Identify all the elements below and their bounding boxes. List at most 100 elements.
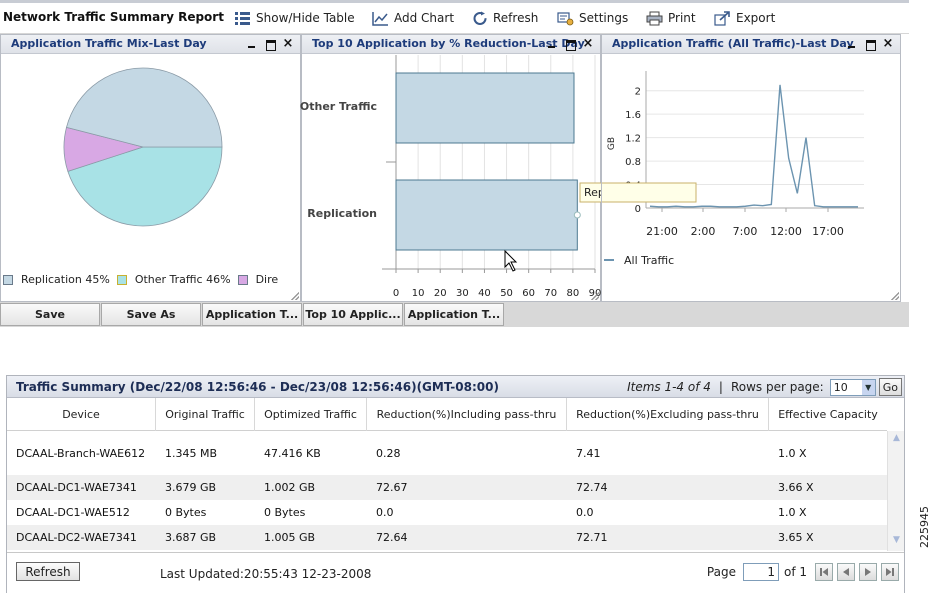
- window-controls: ×: [546, 37, 594, 51]
- previous-page-icon: [843, 568, 849, 576]
- add-chart-button[interactable]: Add Chart: [372, 7, 454, 29]
- next-page-button[interactable]: [859, 563, 877, 581]
- close-icon[interactable]: ×: [882, 37, 894, 50]
- bar-other-traffic: [395, 72, 575, 144]
- report-title: Network Traffic Summary Report: [3, 10, 224, 24]
- save-as-tab[interactable]: Save As: [101, 303, 201, 326]
- cell-reduction-excluding: 72.74: [576, 481, 608, 494]
- cell-effective-capacity: 3.66 X: [778, 481, 814, 494]
- x-tick-label: 30: [456, 288, 469, 299]
- y-tick-label: 2: [635, 87, 641, 98]
- show-hide-table-label: Show/Hide Table: [256, 11, 355, 25]
- x-tick-label: 80: [567, 288, 580, 299]
- export-icon: [714, 10, 730, 26]
- settings-icon: [557, 11, 574, 25]
- settings-button[interactable]: Settings: [557, 7, 628, 29]
- add-chart-label: Add Chart: [394, 11, 455, 25]
- table-scrollbar[interactable]: ▲ ▼: [887, 431, 904, 551]
- page-total: of 1: [783, 565, 807, 579]
- resize-grip[interactable]: [891, 292, 899, 300]
- traffic-summary: Traffic Summary (Dec/22/08 12:56:46 - De…: [6, 375, 905, 594]
- refresh-toolbar-label: Refresh: [493, 11, 539, 25]
- maximize-icon[interactable]: [864, 38, 876, 51]
- refresh-toolbar-button[interactable]: Refresh: [472, 7, 538, 29]
- line-chart-area: 21.61.20.80.40GB21:002:007:0012:0017:00A…: [602, 55, 900, 301]
- cell-original-traffic: 3.687 GB: [165, 531, 217, 544]
- panel-title: Application Traffic Mix-Last Day: [11, 37, 207, 50]
- minimize-icon[interactable]: [846, 38, 858, 50]
- tab-top10-applications[interactable]: Top 10 Applic...: [303, 303, 403, 326]
- x-tick-label: 50: [500, 288, 513, 299]
- cell-device: DCAAL-Branch-WAE612: [16, 447, 146, 460]
- page-number-input[interactable]: 1: [742, 563, 779, 581]
- x-tick-label: 17:00: [812, 225, 844, 238]
- export-button[interactable]: Export: [714, 7, 775, 29]
- refresh-icon: [473, 11, 487, 25]
- cell-effective-capacity: 1.0 X: [778, 506, 807, 519]
- table-row[interactable]: DCAAL-DC1-WAE512 0 Bytes 0 Bytes 0.0 0.0…: [7, 500, 887, 525]
- print-button[interactable]: Print: [646, 7, 696, 29]
- table-row[interactable]: DCAAL-Branch-WAE612 1.345 MB 47.416 KB 0…: [7, 432, 887, 475]
- resize-grip[interactable]: [291, 292, 299, 300]
- data-point-marker: [573, 211, 581, 219]
- close-icon[interactable]: ×: [282, 37, 294, 50]
- summary-header: Traffic Summary (Dec/22/08 12:56:46 - De…: [7, 376, 904, 398]
- x-tick-label: 40: [478, 288, 491, 299]
- cell-optimized-traffic: 1.005 GB: [264, 531, 316, 544]
- previous-page-button[interactable]: [837, 563, 855, 581]
- cell-reduction-excluding: 7.41: [576, 447, 601, 460]
- page-label: Page: [706, 565, 736, 579]
- table-row[interactable]: DCAAL-DC2-WAE7341 3.687 GB 1.005 GB 72.6…: [7, 525, 887, 550]
- first-page-icon: [820, 568, 828, 576]
- minimize-icon[interactable]: [246, 38, 258, 50]
- x-tick-label: 10: [412, 288, 425, 299]
- summary-table: Device Original Traffic Optimized Traffi…: [7, 398, 887, 551]
- rows-per-page-label: Rows per page:: [730, 380, 824, 394]
- column-header-original-traffic[interactable]: Original Traffic: [156, 398, 255, 431]
- tab-application-traffic-all[interactable]: Application T...: [404, 303, 504, 326]
- table-header-row: Device Original Traffic Optimized Traffi…: [7, 398, 887, 431]
- maximize-icon[interactable]: [264, 38, 276, 51]
- summary-footer: Refresh Last Updated:20:55:43 12-23-2008…: [7, 552, 904, 594]
- refresh-button[interactable]: Refresh: [16, 562, 80, 581]
- cell-reduction-including: 72.67: [376, 481, 408, 494]
- save-tab[interactable]: Save: [0, 303, 100, 326]
- export-label: Export: [736, 11, 776, 25]
- minimize-icon[interactable]: [546, 38, 558, 50]
- panel-title: Application Traffic (All Traffic)-Last D…: [612, 37, 854, 50]
- close-icon[interactable]: ×: [582, 37, 594, 50]
- scroll-down-icon[interactable]: ▼: [888, 535, 905, 549]
- legend-label-all-traffic: All Traffic: [624, 254, 674, 267]
- panel-header: Top 10 Application by % Reduction-Last D…: [302, 35, 600, 54]
- go-button[interactable]: Go: [878, 378, 902, 396]
- x-tick-label: 7:00: [733, 225, 758, 238]
- window-controls: ×: [246, 37, 294, 51]
- column-header-optimized-traffic[interactable]: Optimized Traffic: [255, 398, 367, 431]
- bar-chart: 0102030405060708090Other TrafficReplicat…: [300, 55, 699, 299]
- column-header-device[interactable]: Device: [7, 398, 156, 431]
- resize-grip[interactable]: [591, 292, 599, 300]
- maximize-icon[interactable]: [564, 38, 576, 51]
- column-header-reduction-excluding[interactable]: Reduction(%)Excluding pass-thru: [567, 398, 769, 431]
- last-updated: Last Updated:20:55:43 12-23-2008: [160, 567, 372, 581]
- table-icon: [235, 11, 250, 25]
- legend-swatch-replication: [3, 274, 13, 285]
- x-tick-label: 2:00: [691, 225, 716, 238]
- window-controls: ×: [846, 37, 894, 51]
- rows-per-page-select[interactable]: 10 ▼: [829, 378, 876, 396]
- column-header-effective-capacity[interactable]: Effective Capacity: [769, 398, 887, 431]
- table-row[interactable]: DCAAL-DC1-WAE7341 3.679 GB 1.002 GB 72.6…: [7, 475, 887, 500]
- y-tick-label: Replication: [307, 207, 377, 220]
- cell-original-traffic: 1.345 MB: [165, 447, 218, 460]
- cell-reduction-including: 0.28: [376, 447, 401, 460]
- first-page-button[interactable]: [815, 563, 833, 581]
- scroll-up-icon[interactable]: ▲: [888, 433, 905, 447]
- tab-application-traffic-mix[interactable]: Application T...: [202, 303, 302, 326]
- legend-label-replication: Replication 45%: [21, 273, 110, 286]
- bar-replication: [395, 179, 578, 251]
- show-hide-table-button[interactable]: Show/Hide Table: [234, 7, 355, 29]
- chevron-down-icon: ▼: [861, 379, 875, 395]
- column-header-reduction-including[interactable]: Reduction(%)Including pass-thru: [367, 398, 567, 431]
- last-page-button[interactable]: [881, 563, 899, 581]
- chart-tab-strip: Save Save As Application T... Top 10 App…: [0, 302, 909, 327]
